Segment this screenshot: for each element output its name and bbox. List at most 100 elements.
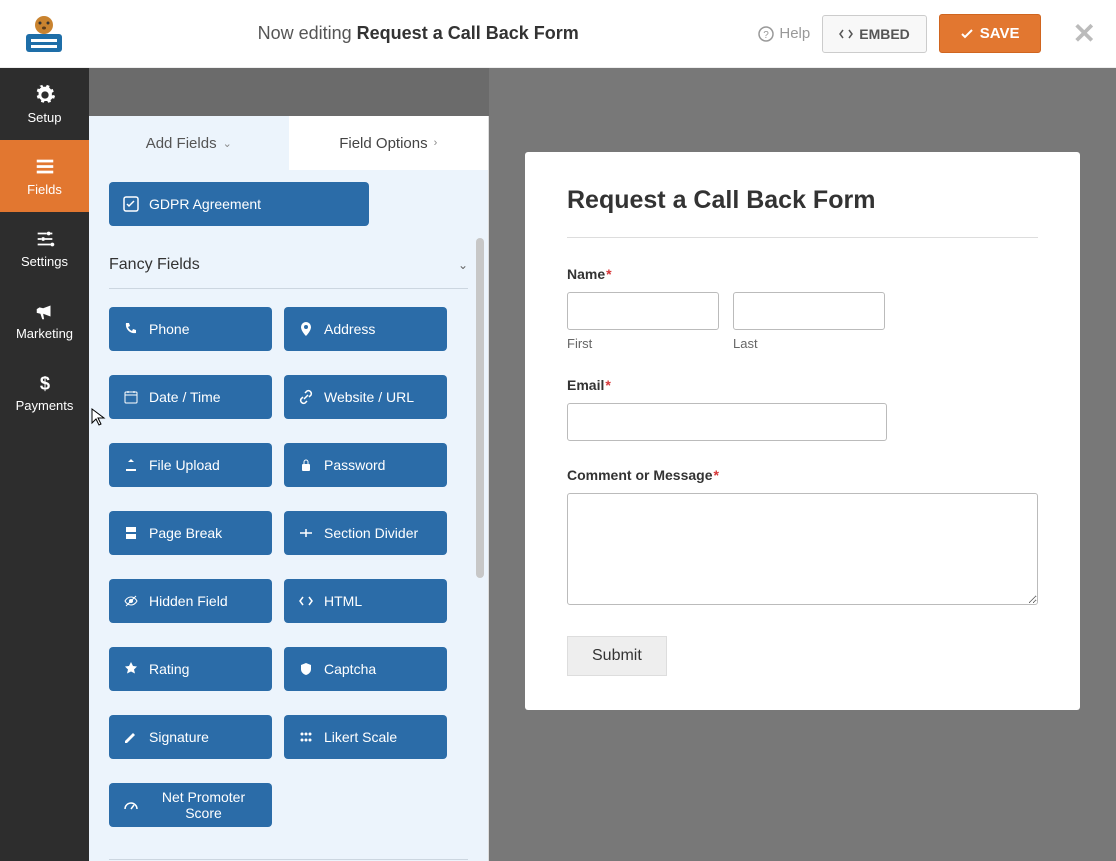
nav-fields-label: Fields — [27, 182, 62, 197]
field-file-upload[interactable]: File Upload — [109, 443, 272, 487]
field-gdpr-agreement[interactable]: GDPR Agreement — [109, 182, 369, 226]
nav-settings[interactable]: Settings — [0, 212, 89, 284]
comment-textarea[interactable] — [567, 493, 1038, 605]
tab-field-options[interactable]: Field Options› — [289, 116, 489, 170]
section-fancy-fields[interactable]: Fancy Fields ⌄ — [109, 238, 468, 289]
field-address[interactable]: Address — [284, 307, 447, 351]
eye-slash-icon — [123, 593, 139, 609]
link-icon — [298, 389, 314, 405]
nav-settings-label: Settings — [21, 254, 68, 269]
nav-setup-label: Setup — [28, 110, 62, 125]
wpforms-logo-icon — [18, 14, 70, 54]
field-likert-scale[interactable]: Likert Scale — [284, 715, 447, 759]
help-link[interactable]: ? Help — [758, 25, 810, 42]
divider-icon — [298, 525, 314, 541]
field-captcha[interactable]: Captcha — [284, 647, 447, 691]
panel-scrollbar[interactable] — [476, 238, 484, 578]
gear-icon — [34, 84, 56, 106]
svg-text:?: ? — [764, 30, 770, 41]
field-email[interactable]: Email* — [567, 377, 1038, 441]
required-mark: * — [713, 467, 718, 483]
field-date-time[interactable]: Date / Time — [109, 375, 272, 419]
field-phone[interactable]: Phone — [109, 307, 272, 351]
fields-panel: Fields Add Fields⌄ Field Options› GDPR A… — [89, 68, 489, 861]
editing-form-name: Request a Call Back Form — [357, 23, 579, 43]
code-icon — [839, 27, 853, 41]
panel-tabs: Add Fields⌄ Field Options› — [89, 116, 488, 170]
map-pin-icon — [298, 321, 314, 337]
nav-payments-label: Payments — [16, 398, 74, 413]
required-mark: * — [606, 266, 611, 282]
first-sublabel: First — [567, 336, 719, 351]
fancy-fields-grid: Phone Address Date / Time Website / URL … — [109, 307, 468, 839]
field-html[interactable]: HTML — [284, 579, 447, 623]
nav-payments[interactable]: $ Payments — [0, 356, 89, 428]
lock-icon — [298, 457, 314, 473]
code-icon — [298, 593, 314, 609]
save-button[interactable]: SAVE — [939, 14, 1041, 53]
field-comment[interactable]: Comment or Message* — [567, 467, 1038, 610]
last-sublabel: Last — [733, 336, 885, 351]
phone-icon — [123, 321, 139, 337]
comment-label: Comment or Message* — [567, 467, 1038, 483]
grid-icon — [298, 729, 314, 745]
upload-icon — [123, 457, 139, 473]
chevron-down-icon: ⌄ — [223, 137, 232, 150]
email-label: Email* — [567, 377, 1038, 393]
close-button[interactable]: ✕ — [1063, 17, 1106, 50]
page-break-icon — [123, 525, 139, 541]
field-hidden-field[interactable]: Hidden Field — [109, 579, 272, 623]
check-icon — [960, 27, 974, 41]
embed-label: EMBED — [859, 26, 910, 42]
help-label: Help — [779, 25, 810, 42]
shield-icon — [298, 661, 314, 677]
bullhorn-icon — [34, 300, 56, 322]
field-rating[interactable]: Rating — [109, 647, 272, 691]
top-actions: ? Help EMBED SAVE ✕ — [758, 14, 1106, 53]
editing-title: Now editing Request a Call Back Form — [78, 23, 758, 44]
chevron-down-icon: ⌄ — [458, 258, 468, 272]
field-password[interactable]: Password — [284, 443, 447, 487]
sliders-icon — [34, 228, 56, 250]
submit-button[interactable]: Submit — [567, 636, 667, 676]
editing-prefix: Now editing — [258, 23, 357, 43]
calendar-icon — [123, 389, 139, 405]
last-name-input[interactable] — [733, 292, 885, 330]
field-section-divider[interactable]: Section Divider — [284, 511, 447, 555]
pencil-icon — [123, 729, 139, 745]
app-logo — [10, 5, 78, 63]
field-signature[interactable]: Signature — [109, 715, 272, 759]
nav-marketing-label: Marketing — [16, 326, 73, 341]
form-canvas: Request a Call Back Form Name* First Las… — [489, 68, 1116, 861]
field-page-break[interactable]: Page Break — [109, 511, 272, 555]
name-label: Name* — [567, 266, 1038, 282]
form-preview: Request a Call Back Form Name* First Las… — [525, 152, 1080, 710]
check-square-icon — [123, 196, 139, 212]
dollar-icon: $ — [34, 372, 56, 394]
fancy-fields-title: Fancy Fields — [109, 256, 200, 274]
help-icon: ? — [758, 26, 774, 42]
top-bar: Now editing Request a Call Back Form ? H… — [0, 0, 1116, 68]
nav-marketing[interactable]: Marketing — [0, 284, 89, 356]
nav-fields[interactable]: Fields — [0, 140, 89, 212]
nav-setup[interactable]: Setup — [0, 68, 89, 140]
chevron-right-icon: › — [434, 137, 438, 149]
field-gdpr-label: GDPR Agreement — [149, 196, 261, 212]
svg-text:$: $ — [39, 372, 49, 393]
main-area: Setup Fields Settings Marketing $ Paymen… — [0, 68, 1116, 861]
first-name-input[interactable] — [567, 292, 719, 330]
save-label: SAVE — [980, 25, 1020, 42]
tab-add-fields[interactable]: Add Fields⌄ — [89, 116, 289, 170]
form-title: Request a Call Back Form — [567, 186, 1038, 238]
required-mark: * — [605, 377, 610, 393]
email-input[interactable] — [567, 403, 887, 441]
field-website-url[interactable]: Website / URL — [284, 375, 447, 419]
embed-button[interactable]: EMBED — [822, 15, 927, 53]
field-name[interactable]: Name* First Last — [567, 266, 1038, 351]
gauge-icon — [123, 797, 139, 813]
field-list: GDPR Agreement Fancy Fields ⌄ Phone Addr… — [89, 170, 488, 861]
field-net-promoter-score[interactable]: Net Promoter Score — [109, 783, 272, 827]
side-nav: Setup Fields Settings Marketing $ Paymen… — [0, 68, 89, 861]
star-icon — [123, 661, 139, 677]
list-icon — [34, 156, 56, 178]
